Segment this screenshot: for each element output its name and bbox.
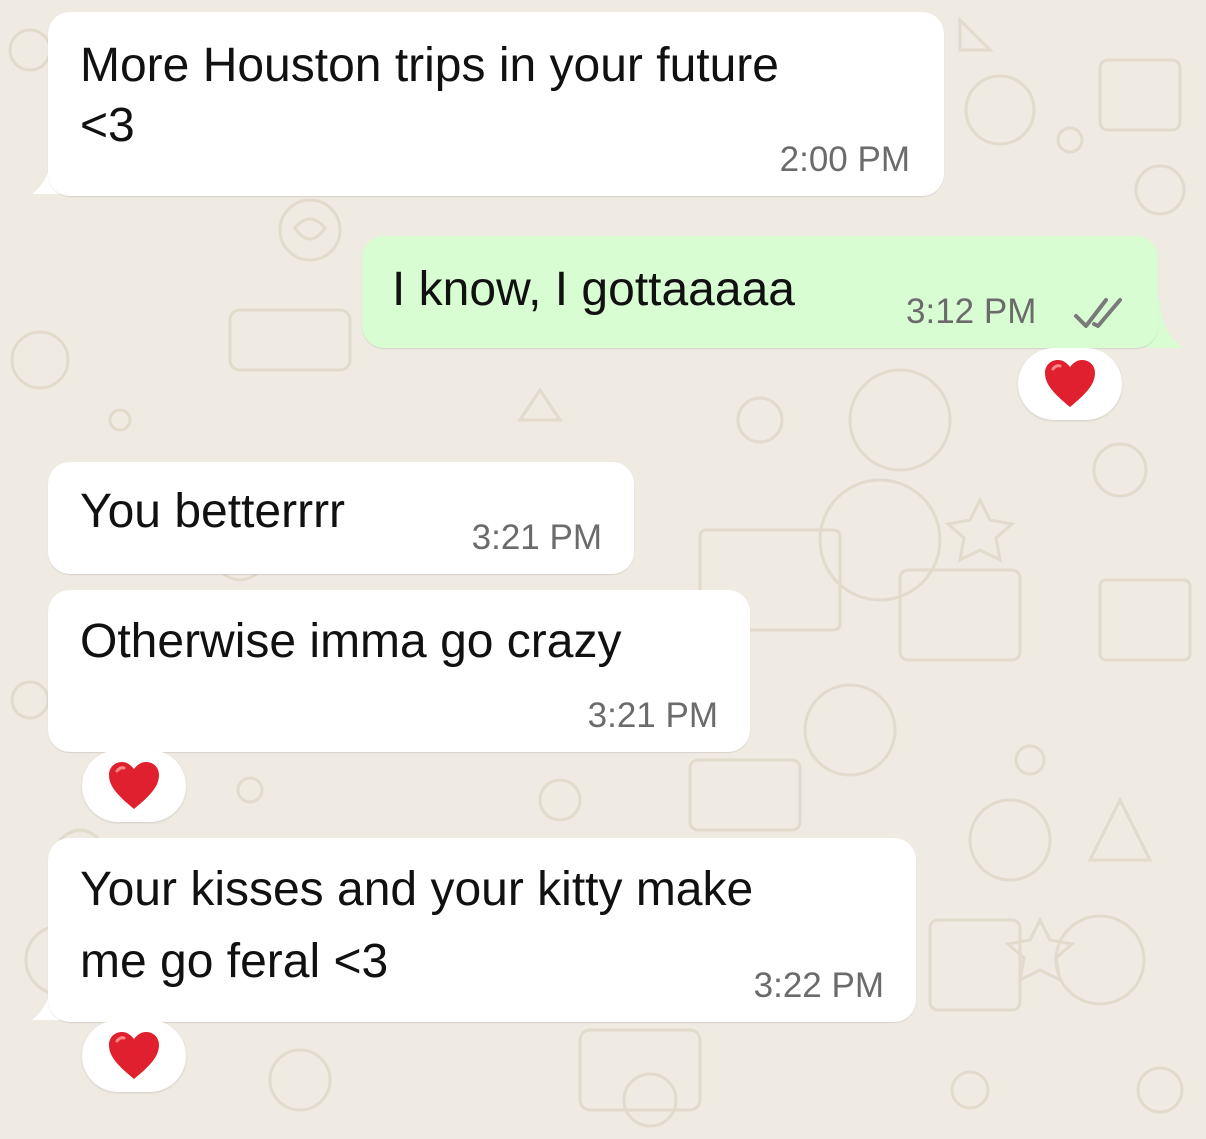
message-timestamp: 3:21 PM (471, 518, 602, 557)
message-bubble-incoming[interactable]: More Houston trips in your future <3 2:0… (48, 12, 944, 196)
red-heart-icon (109, 762, 159, 809)
message-bubble-outgoing[interactable]: I know, I gottaaaaa 3:12 PM (362, 236, 1158, 348)
reaction-badge[interactable] (1018, 348, 1122, 420)
red-heart-icon (1045, 360, 1095, 407)
message-text-line: Your kisses and your kitty make (80, 863, 754, 916)
red-heart-icon (109, 1032, 159, 1079)
message-text-line: me go feral <3 (80, 935, 389, 988)
message-timestamp: 3:21 PM (587, 696, 718, 735)
message-bubble-incoming[interactable]: Otherwise imma go crazy 3:21 PM (48, 590, 750, 752)
message-bubble-incoming[interactable]: You betterrrr 3:21 PM (48, 462, 634, 574)
message-text-line: Otherwise imma go crazy (80, 615, 622, 668)
reaction-badge[interactable] (82, 750, 186, 822)
message-timestamp: 3:12 PM (906, 292, 1037, 331)
message-timestamp: 3:22 PM (753, 966, 884, 1005)
reaction-badge[interactable] (82, 1020, 186, 1092)
double-check-icon (1074, 298, 1122, 328)
message-timestamp: 2:00 PM (779, 140, 910, 179)
message-text-line: You betterrrr (80, 485, 346, 538)
message-text-line: I know, I gottaaaaa (392, 263, 795, 316)
message-text-line: <3 (80, 99, 135, 152)
message-bubble-incoming[interactable]: Your kisses and your kitty make me go fe… (48, 838, 916, 1022)
message-text-line: More Houston trips in your future (80, 39, 779, 92)
